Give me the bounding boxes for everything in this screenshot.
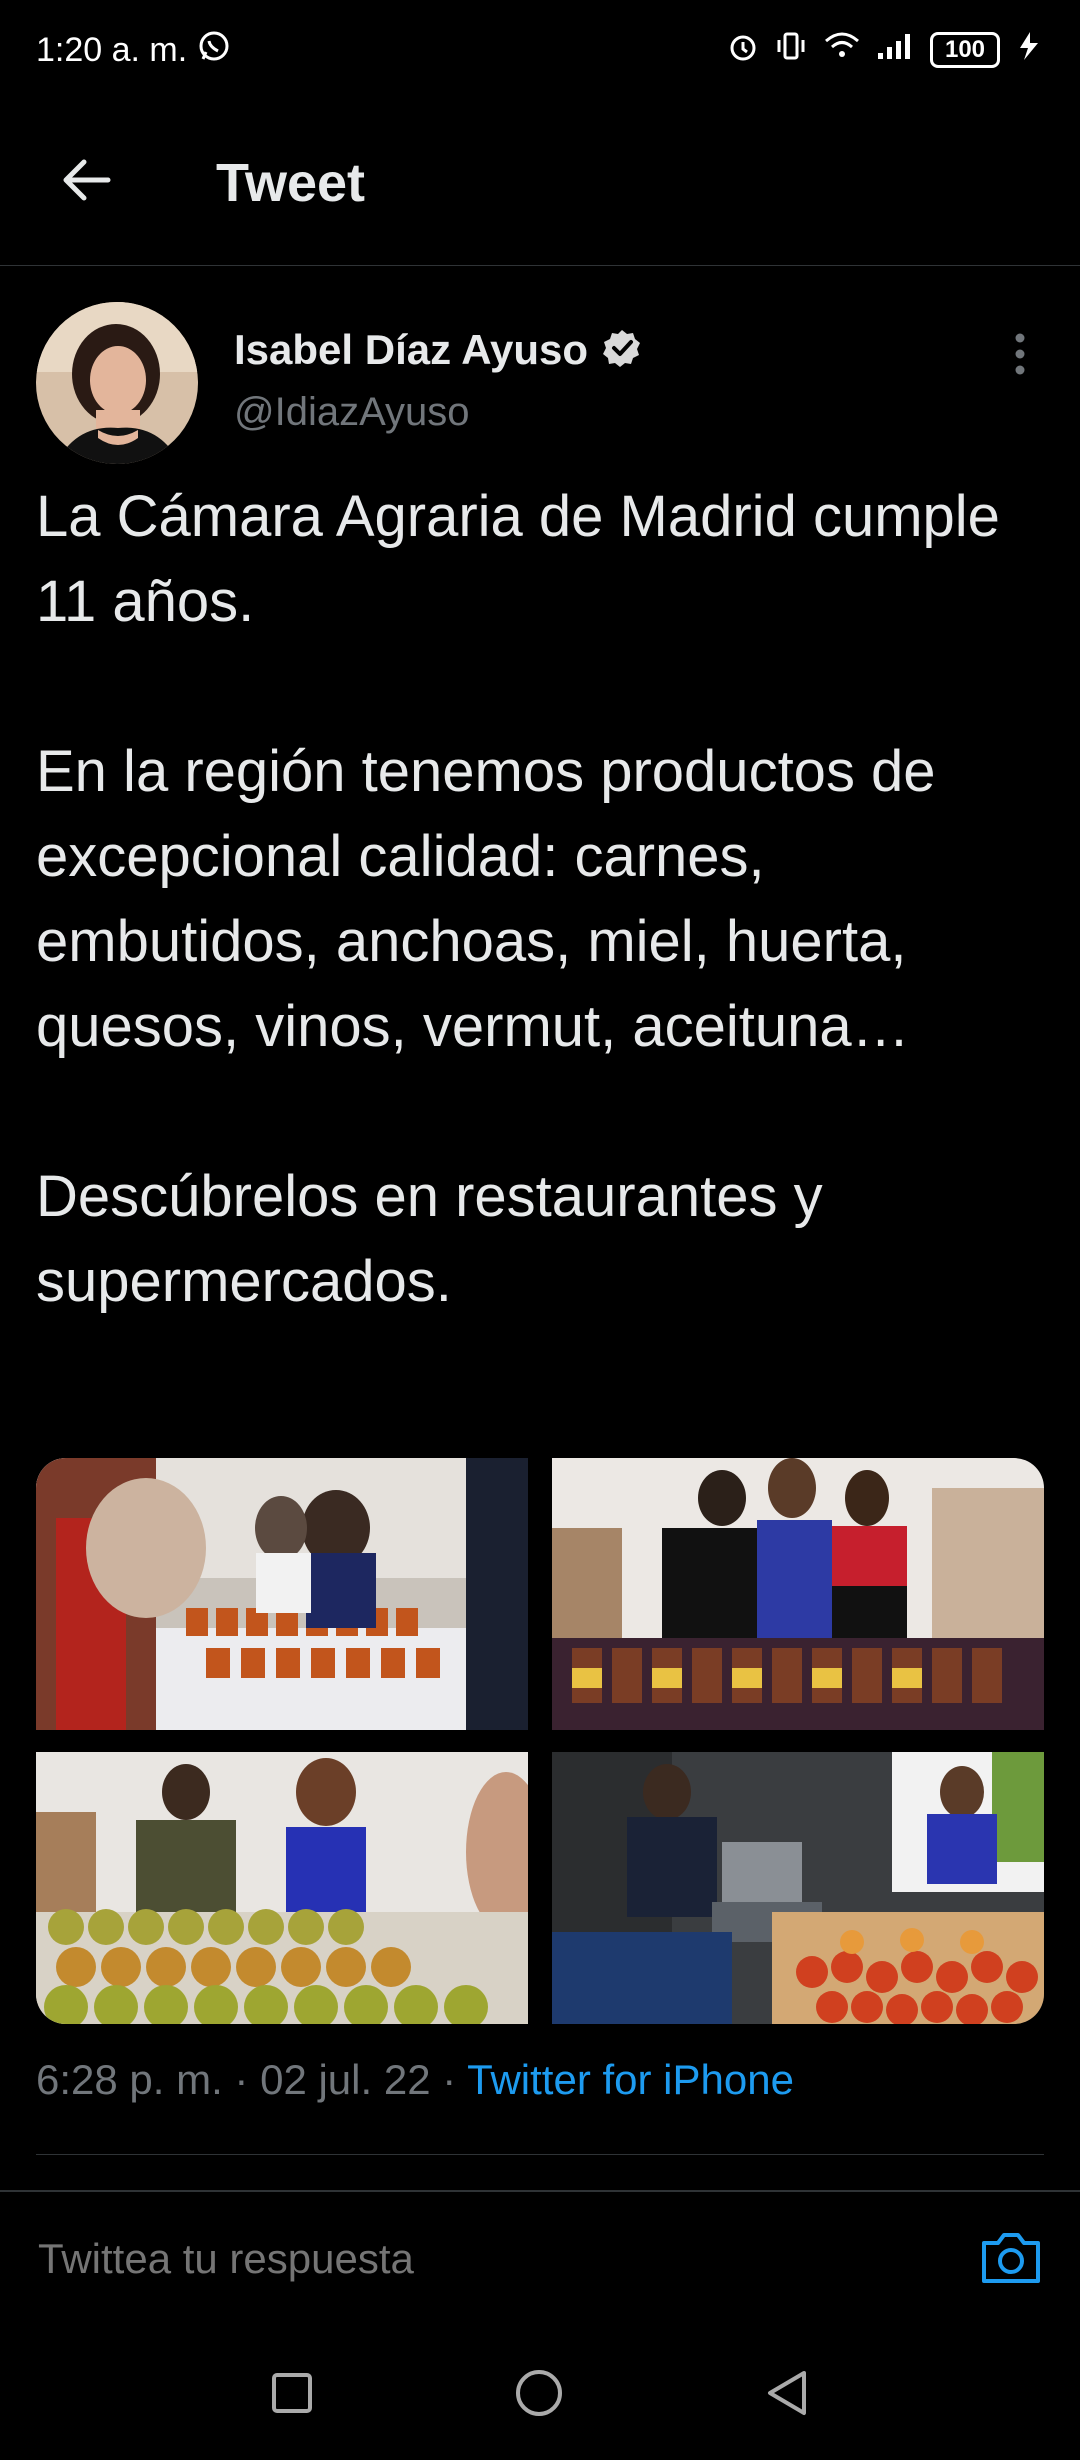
back-triangle-icon[interactable] bbox=[764, 2368, 810, 2423]
tweet-timestamp[interactable]: 6:28 p. m. · 02 jul. 22 · bbox=[36, 2056, 467, 2103]
photo-3[interactable] bbox=[36, 1752, 528, 2024]
whatsapp-icon bbox=[197, 29, 231, 72]
system-nav-bar bbox=[0, 2330, 1080, 2460]
more-options-button[interactable] bbox=[1000, 326, 1040, 386]
alarm-icon bbox=[726, 29, 760, 72]
reply-input[interactable] bbox=[36, 2234, 840, 2284]
photo-2[interactable] bbox=[552, 1458, 1044, 1730]
back-button[interactable] bbox=[36, 133, 136, 233]
charging-icon bbox=[1014, 29, 1044, 72]
tweet: Isabel Díaz Ayuso @IdiazAyuso La Cámara … bbox=[0, 266, 1080, 2155]
tweet-source-link[interactable]: Twitter for iPhone bbox=[467, 2056, 794, 2103]
status-bar: 1:20 a. m. 100 bbox=[0, 0, 1080, 100]
wifi-icon bbox=[822, 29, 862, 72]
photo-1[interactable] bbox=[36, 1458, 528, 1730]
signal-icon bbox=[876, 29, 916, 72]
battery-icon: 100 bbox=[930, 32, 1000, 68]
home-circle-icon[interactable] bbox=[514, 2368, 564, 2423]
camera-icon[interactable] bbox=[978, 2227, 1044, 2292]
photo-4[interactable] bbox=[552, 1752, 1044, 2024]
verified-badge-icon bbox=[602, 328, 642, 373]
more-vertical-icon bbox=[1014, 332, 1026, 381]
header: Tweet bbox=[0, 100, 1080, 266]
status-time: 1:20 a. m. bbox=[36, 30, 188, 69]
divider bbox=[36, 2154, 1044, 2155]
author-name-wrap: Isabel Díaz Ayuso bbox=[234, 326, 642, 374]
tweet-text: La Cámara Agraria de Madrid cumple 11 añ… bbox=[36, 484, 1000, 1314]
tweet-meta: 6:28 p. m. · 02 jul. 22 · Twitter for iP… bbox=[36, 2056, 794, 2104]
avatar[interactable] bbox=[36, 302, 198, 464]
media-grid bbox=[36, 1458, 1044, 2024]
page-title: Tweet bbox=[216, 152, 366, 213]
recents-square-icon[interactable] bbox=[270, 2371, 314, 2420]
author-handle[interactable]: @IdiazAyuso bbox=[234, 390, 470, 435]
author-name[interactable]: Isabel Díaz Ayuso bbox=[234, 326, 588, 374]
status-left: 1:20 a. m. bbox=[36, 29, 231, 72]
reply-bar bbox=[0, 2190, 1080, 2326]
author-row: Isabel Díaz Ayuso @IdiazAyuso bbox=[0, 266, 1080, 466]
status-right: 100 bbox=[726, 29, 1044, 72]
vibrate-icon bbox=[774, 29, 808, 72]
arrow-left-icon bbox=[58, 152, 114, 213]
